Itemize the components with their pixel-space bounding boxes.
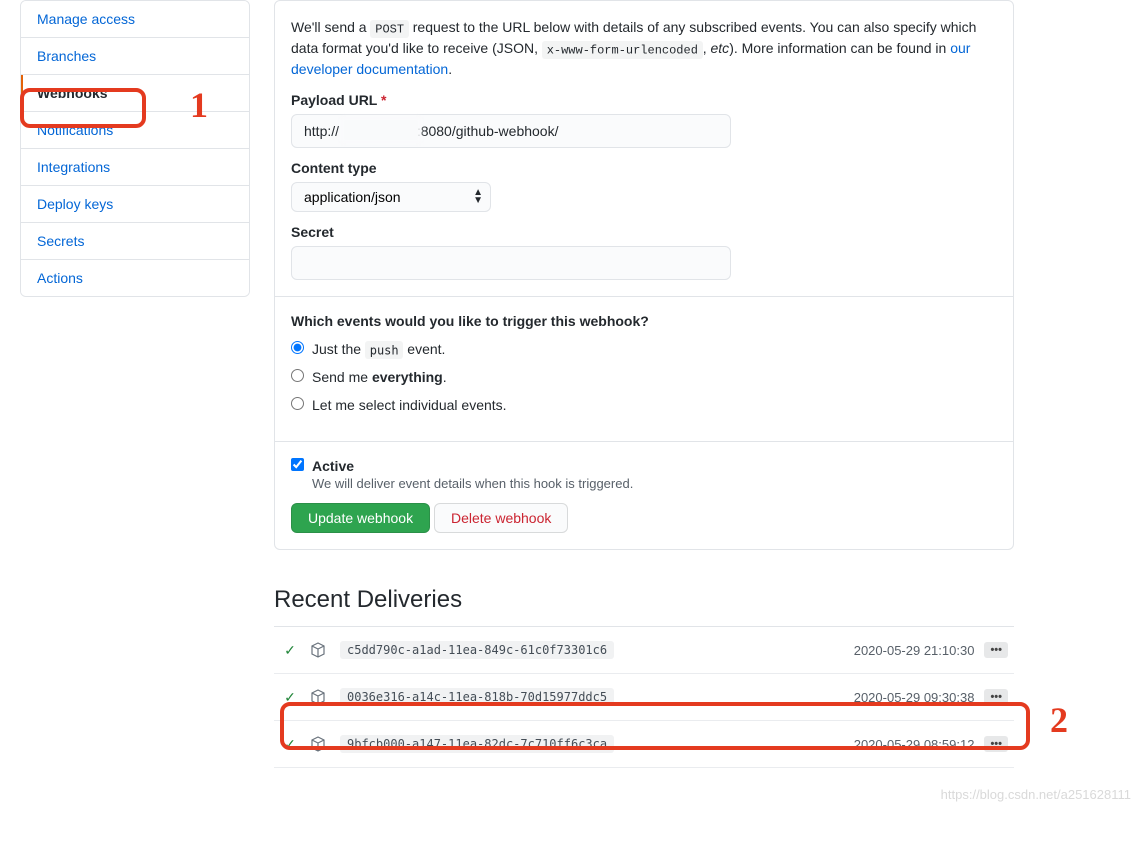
delivery-menu-button[interactable]: ••• <box>984 736 1008 752</box>
check-icon: ✓ <box>280 642 300 659</box>
watermark: https://blog.csdn.net/a251628111 <box>941 787 1131 802</box>
sidebar-item-secrets[interactable]: Secrets <box>21 223 249 260</box>
content-type-label: Content type <box>291 160 997 176</box>
settings-sidebar: Manage access Branches Webhooks Notifica… <box>20 0 250 768</box>
webhook-form-box: We'll send a POST request to the URL bel… <box>274 0 1014 550</box>
update-webhook-button[interactable]: Update webhook <box>291 503 430 533</box>
delivery-row[interactable]: ✓ c5dd790c-a1ad-11ea-849c-61c0f73301c6 2… <box>274 627 1014 674</box>
check-icon: ✓ <box>280 689 300 706</box>
package-icon <box>310 689 330 705</box>
package-icon <box>310 642 330 658</box>
main-content: We'll send a POST request to the URL bel… <box>274 0 1014 768</box>
radio-everything[interactable] <box>291 369 304 382</box>
payload-url-label: Payload URL * <box>291 92 997 108</box>
active-description: We will deliver event details when this … <box>312 476 997 491</box>
content-type-select[interactable]: application/json <box>291 182 491 212</box>
delivery-time: 2020-05-29 09:30:38 <box>854 690 975 705</box>
delivery-time: 2020-05-29 21:10:30 <box>854 643 975 658</box>
sidebar-item-actions[interactable]: Actions <box>21 260 249 296</box>
active-label: Active <box>312 458 354 474</box>
sidebar-item-integrations[interactable]: Integrations <box>21 149 249 186</box>
radio-push-label: Just the push event. <box>312 341 997 357</box>
radio-push-event[interactable] <box>291 341 304 354</box>
active-checkbox[interactable] <box>291 458 304 471</box>
sidebar-item-deploy-keys[interactable]: Deploy keys <box>21 186 249 223</box>
radio-individual-label: Let me select individual events. <box>312 397 997 413</box>
sidebar-item-manage-access[interactable]: Manage access <box>21 1 249 38</box>
delivery-id: 0036e316-a14c-11ea-818b-70d15977ddc5 <box>340 688 614 706</box>
events-title: Which events would you like to trigger t… <box>291 313 997 329</box>
delivery-id: c5dd790c-a1ad-11ea-849c-61c0f73301c6 <box>340 641 614 659</box>
delivery-time: 2020-05-29 08:59:12 <box>854 737 975 752</box>
package-icon <box>310 736 330 752</box>
redacted-host <box>341 117 421 143</box>
secret-input[interactable] <box>291 246 731 280</box>
delete-webhook-button[interactable]: Delete webhook <box>434 503 568 533</box>
urlencoded-code: x-www-form-urlencoded <box>542 41 703 60</box>
radio-everything-label: Send me everything. <box>312 369 997 385</box>
sidebar-menu: Manage access Branches Webhooks Notifica… <box>20 0 250 297</box>
radio-individual[interactable] <box>291 397 304 410</box>
check-icon: ✓ <box>280 736 300 753</box>
sidebar-item-webhooks[interactable]: Webhooks <box>21 75 249 112</box>
delivery-menu-button[interactable]: ••• <box>984 689 1008 705</box>
recent-deliveries-title: Recent Deliveries <box>274 586 1014 614</box>
secret-label: Secret <box>291 224 997 240</box>
delivery-row[interactable]: ✓ 9bfcb000-a147-11ea-82dc-7c710ff6c3ca 2… <box>274 721 1014 768</box>
delivery-row[interactable]: ✓ 0036e316-a14c-11ea-818b-70d15977ddc5 2… <box>274 674 1014 721</box>
delivery-menu-button[interactable]: ••• <box>984 642 1008 658</box>
active-label-group: Active We will deliver event details whe… <box>312 458 997 491</box>
sidebar-item-branches[interactable]: Branches <box>21 38 249 75</box>
delivery-id: 9bfcb000-a147-11ea-82dc-7c710ff6c3ca <box>340 735 614 753</box>
delivery-list: ✓ c5dd790c-a1ad-11ea-849c-61c0f73301c6 2… <box>274 626 1014 768</box>
intro-text: We'll send a POST request to the URL bel… <box>291 17 997 80</box>
post-code: POST <box>370 20 408 39</box>
sidebar-item-notifications[interactable]: Notifications <box>21 112 249 149</box>
